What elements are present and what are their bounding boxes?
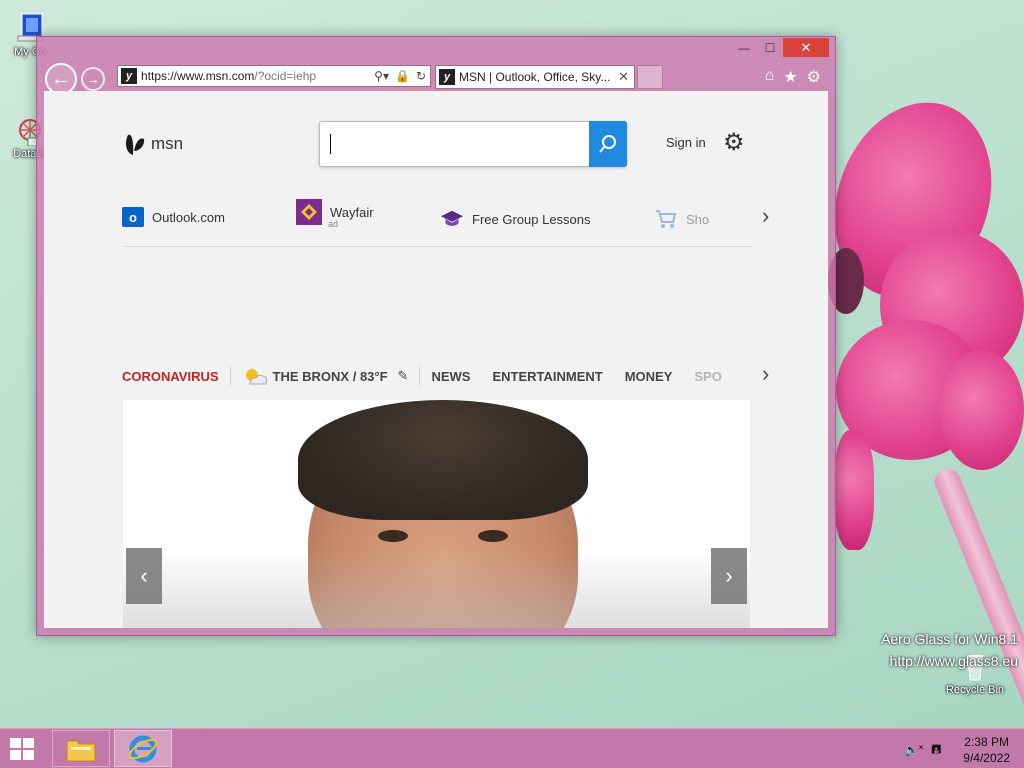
quick-link-label: Outlook.com <box>152 209 225 225</box>
clock-date: 9/4/2022 <box>963 751 1010 765</box>
quick-link-label: Wayfair <box>330 204 374 220</box>
back-arrow-icon: ← <box>51 68 71 90</box>
address-bar[interactable]: y https://www. msn.com/?ocid=iehp ⚲▾ 🔒 ↻ <box>117 65 431 87</box>
nav-news[interactable]: NEWS <box>431 369 470 384</box>
wayfair-icon <box>296 199 322 225</box>
chevron-right-icon: › <box>725 563 733 588</box>
system-tray: 🔈˟ 🖪 2:38 PM 9/4/2022 <box>904 734 1010 766</box>
shopping-cart-icon <box>654 207 678 231</box>
taskbar: 🔈˟ 🖪 2:38 PM 9/4/2022 <box>0 728 1024 768</box>
nav-coronavirus[interactable]: CORONAVIRUS <box>122 369 219 384</box>
text-caret <box>330 134 331 154</box>
search-button[interactable] <box>589 121 627 167</box>
wallpaper-stem <box>930 465 1024 768</box>
msn-butterfly-icon <box>125 134 145 155</box>
windows-logo-icon <box>10 738 21 748</box>
nav-weather[interactable]: THE BRONX / 83°F <box>273 369 388 384</box>
hero-photo-hair <box>298 400 588 520</box>
msn-logo[interactable]: msn <box>122 131 183 157</box>
hero-fade <box>123 548 750 628</box>
network-icon[interactable]: 🖪 <box>931 740 941 761</box>
graduation-cap-icon <box>440 207 464 231</box>
tab-close-icon[interactable]: ✕ <box>618 69 629 85</box>
hero-photo-eye <box>478 530 508 542</box>
tab-msn[interactable]: y MSN | Outlook, Office, Sky... ✕ <box>435 65 635 89</box>
maximize-button[interactable]: ☐ <box>757 38 783 57</box>
forward-button[interactable]: → <box>81 67 105 91</box>
tab-title: MSN | Outlook, Office, Sky... <box>459 70 611 84</box>
volume-muted-icon[interactable]: 🔈˟ <box>904 743 923 757</box>
quick-link-label: Free Group Lessons <box>472 211 591 227</box>
msn-favicon-icon: y <box>439 69 455 85</box>
windows-logo-pane <box>23 750 34 760</box>
msn-logo-text: msn <box>151 134 184 153</box>
sign-in-link[interactable]: Sign in <box>666 135 706 150</box>
search-dropdown-icon[interactable]: ⚲▾ <box>374 69 389 83</box>
quick-link-shopping[interactable]: Sho <box>654 207 709 231</box>
wallpaper-petal <box>940 350 1024 470</box>
ie-window: — ☐ ✕ ← → y https://www. msn.com/?ocid=ie… <box>36 36 836 636</box>
url-path: /?ocid=iehp <box>254 69 317 83</box>
category-next-chevron-icon[interactable]: › <box>762 361 769 387</box>
quick-link-group-lessons[interactable]: Free Group Lessons <box>440 207 591 231</box>
quick-links-bar: o Outlook.com Wayfair ad Free Group Less… <box>122 199 752 247</box>
quick-link-outlook[interactable]: o Outlook.com <box>122 207 225 227</box>
clock[interactable]: 2:38 PM 9/4/2022 <box>963 734 1010 766</box>
search-icon <box>599 135 616 153</box>
settings-gear-icon[interactable]: ⚙ <box>807 67 821 87</box>
category-nav: CORONAVIRUS THE BRONX / 83°F ✎ NEWS ENTE… <box>122 365 722 387</box>
watermark-line1: Aero Glass for Win8.1 <box>881 631 1018 647</box>
nav-entertainment[interactable]: ENTERTAINMENT <box>492 369 602 384</box>
address-tools: ⚲▾ 🔒 ↻ <box>374 69 426 83</box>
carousel-next-button[interactable]: › <box>711 548 747 604</box>
url-host: msn.com <box>205 69 255 83</box>
internet-explorer-icon <box>128 735 158 762</box>
quick-link-label: Sho <box>686 211 710 227</box>
msn-favicon-icon: y <box>121 68 137 84</box>
windows-logo-pane <box>10 750 21 760</box>
chevron-left-icon: ‹ <box>140 563 148 588</box>
nav-divider <box>419 367 421 385</box>
url-prefix: https://www. <box>141 69 206 83</box>
nav-money[interactable]: MONEY <box>625 369 673 384</box>
msn-settings-gear-icon[interactable]: ⚙ <box>723 128 745 157</box>
favorites-star-icon[interactable]: ★ <box>783 67 797 87</box>
desktop-icon-label: Recycle Bin <box>945 684 1005 696</box>
minimize-button[interactable]: — <box>731 38 757 57</box>
wallpaper-petal <box>834 430 874 550</box>
edit-pencil-icon[interactable]: ✎ <box>398 368 409 384</box>
start-button[interactable] <box>10 738 34 760</box>
outlook-icon: o <box>122 207 144 227</box>
hero-image[interactable] <box>123 400 750 628</box>
clock-time: 2:38 PM <box>964 735 1009 749</box>
partly-sunny-icon <box>245 369 267 385</box>
lock-icon[interactable]: 🔒 <box>395 69 410 83</box>
close-button[interactable]: ✕ <box>783 38 829 57</box>
carousel-prev-button[interactable]: ‹ <box>126 548 162 604</box>
caption-buttons: — ☐ ✕ <box>731 38 829 57</box>
hero-photo-eye <box>378 530 408 542</box>
forward-arrow-icon: → <box>86 71 100 87</box>
new-tab-button[interactable] <box>637 65 663 89</box>
watermark-line2: http://www.glass8.eu <box>889 653 1018 669</box>
home-icon[interactable]: ⌂ <box>765 67 775 87</box>
taskbar-file-explorer[interactable] <box>52 730 110 767</box>
windows-logo-pane <box>23 738 34 748</box>
page-content: msn Sign in ⚙ o Outlook.com Wayfair ad F… <box>44 91 828 628</box>
nav-divider <box>229 367 231 385</box>
quick-links-next-chevron-icon[interactable]: › <box>762 203 769 229</box>
refresh-icon[interactable]: ↻ <box>416 69 426 83</box>
taskbar-internet-explorer[interactable] <box>114 730 172 767</box>
browser-tools: ⌂ ★ ⚙ <box>765 67 821 87</box>
ad-label: ad <box>328 219 339 229</box>
nav-sports[interactable]: SPO <box>694 369 721 384</box>
folder-icon <box>66 740 96 761</box>
quick-link-wayfair[interactable]: Wayfair ad <box>296 199 374 229</box>
search-box[interactable] <box>319 121 627 167</box>
